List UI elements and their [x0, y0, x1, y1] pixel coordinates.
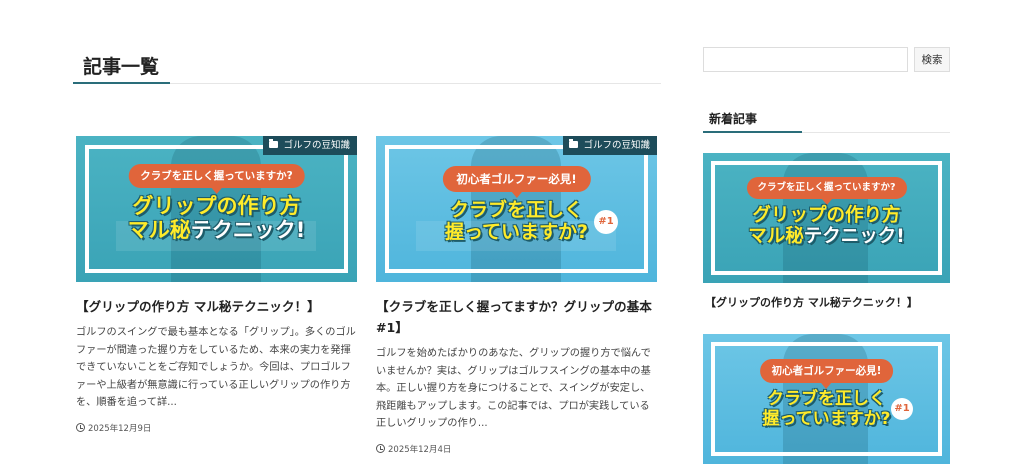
- thumbnail-headline-rest: テクニック!: [803, 226, 905, 248]
- thumbnail-number-badge: #1: [891, 398, 913, 420]
- thumbnail-headline-line2: マル秘テクニック!: [76, 218, 357, 242]
- category-label-text: ゴルフの豆知識: [283, 140, 350, 151]
- post-excerpt: ゴルフのスイングで最も基本となる「グリップ」。多くのゴルファーが間違った握り方を…: [76, 327, 356, 408]
- page-title: 記事一覧: [83, 56, 160, 78]
- post-date: 2025年12月4日: [376, 443, 657, 455]
- post-card[interactable]: 初心者ゴルファー必見! クラブを正しく 握っていますか? #1 ゴルフの豆知識 …: [376, 136, 657, 455]
- thumbnail-pill: 初心者ゴルファー必見!: [442, 166, 591, 198]
- thumbnail-headline-highlight: マル秘: [748, 226, 804, 248]
- post-thumbnail[interactable]: クラブを正しく握っていますか? グリップの作り方 マル秘テクニック! ゴルフの豆…: [76, 136, 357, 282]
- thumbnail-pill: クラブを正しく握っていますか?: [128, 164, 305, 194]
- recent-posts-heading-bar: 新着記事: [703, 101, 950, 133]
- search-button[interactable]: 検索: [914, 47, 950, 72]
- thumbnail-headline-line2: 握っていますか?: [762, 408, 891, 429]
- thumbnail-headline: グリップの作り方 マル秘テクニック!: [76, 194, 357, 242]
- thumbnail-number-badge: #1: [594, 210, 618, 234]
- search-input[interactable]: [703, 47, 908, 72]
- thumbnail-headline: グリップの作り方 マル秘テクニック!: [703, 205, 950, 248]
- category-label[interactable]: ゴルフの豆知識: [563, 136, 657, 155]
- clock-icon: [76, 423, 85, 432]
- heading-underline: [703, 131, 802, 133]
- post-date-text: 2025年12月9日: [88, 423, 152, 434]
- thumbnail-pill: クラブを正しく握っていますか?: [746, 177, 907, 205]
- clock-icon: [376, 444, 385, 453]
- archive-heading-bar: 記事一覧: [73, 50, 661, 84]
- thumbnail-pill: 初心者ゴルファー必見!: [759, 359, 894, 389]
- folder-icon: [269, 139, 279, 148]
- post-card[interactable]: クラブを正しく握っていますか? グリップの作り方 マル秘テクニック! ゴルフの豆…: [76, 136, 357, 434]
- recent-post-thumbnail[interactable]: 初心者ゴルファー必見! クラブを正しく 握っていますか? #1: [703, 334, 950, 464]
- thumbnail-headline-line1: グリップの作り方: [132, 194, 301, 218]
- recent-post-item[interactable]: クラブを正しく握っていますか? グリップの作り方 マル秘テクニック! 【グリップ…: [703, 153, 950, 311]
- thumbnail-headline-line1: クラブを正しく: [767, 389, 886, 409]
- thumbnail-headline-rest: テクニック!: [190, 218, 306, 243]
- category-label[interactable]: ゴルフの豆知識: [263, 136, 357, 155]
- thumbnail-headline-line2: マル秘テクニック!: [703, 226, 950, 247]
- heading-underline: [73, 82, 170, 84]
- category-label-text: ゴルフの豆知識: [583, 140, 650, 151]
- post-excerpt: ゴルフを始めたばかりのあなた、グリップの握り方で悩んでいませんか？実は、グリップ…: [376, 348, 651, 429]
- recent-posts-heading: 新着記事: [709, 112, 758, 126]
- recent-post-title[interactable]: 【グリップの作り方 マル秘テクニック！】: [703, 295, 950, 311]
- post-thumbnail[interactable]: 初心者ゴルファー必見! クラブを正しく 握っていますか? #1 ゴルフの豆知識: [376, 136, 657, 282]
- recent-post-item[interactable]: 初心者ゴルファー必見! クラブを正しく 握っていますか? #1: [703, 334, 950, 464]
- post-title[interactable]: 【グリップの作り方 マル秘テクニック！】: [76, 296, 357, 317]
- recent-post-thumbnail[interactable]: クラブを正しく握っていますか? グリップの作り方 マル秘テクニック!: [703, 153, 950, 283]
- thumbnail-headline-highlight: マル秘: [127, 218, 191, 243]
- folder-icon: [569, 139, 579, 148]
- post-title[interactable]: 【クラブを正しく握ってますか？グリップの基本#1】: [376, 296, 657, 338]
- thumbnail-headline-line1: グリップの作り方: [752, 205, 901, 226]
- post-date-text: 2025年12月4日: [388, 444, 452, 455]
- post-date: 2025年12月9日: [76, 422, 357, 434]
